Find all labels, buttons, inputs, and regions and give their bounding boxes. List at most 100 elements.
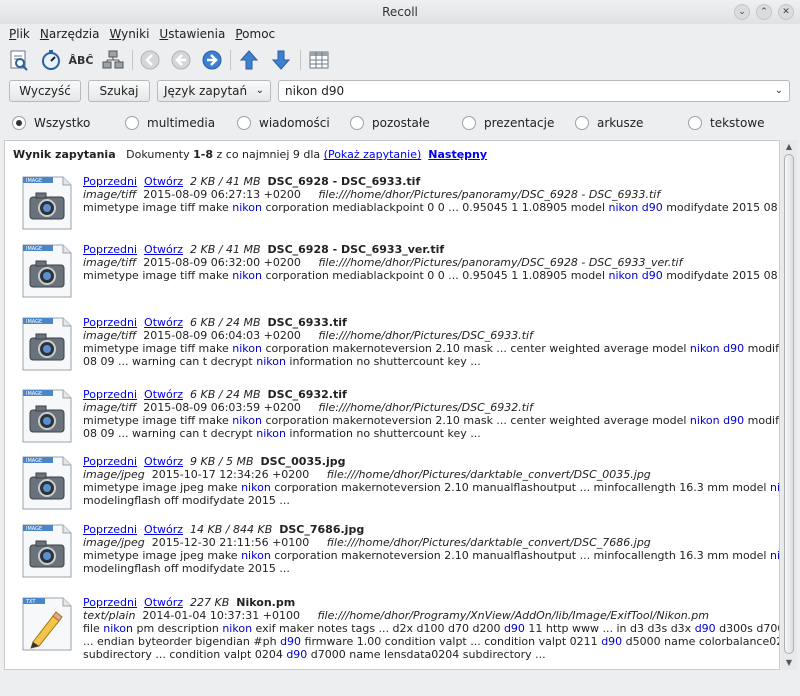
image-file-icon[interactable]: IMAGE — [17, 455, 73, 511]
sort-up-icon[interactable] — [236, 47, 262, 73]
previous-page-icon[interactable] — [168, 47, 194, 73]
radio-indicator[interactable] — [688, 116, 702, 130]
preview-link[interactable]: Poprzedni — [83, 175, 137, 188]
next-page-icon[interactable] — [199, 47, 225, 73]
preview-link[interactable]: Poprzedni — [83, 388, 137, 401]
radio-indicator[interactable] — [237, 116, 251, 130]
filter-radio-2[interactable]: wiadomości — [237, 114, 330, 132]
image-file-icon[interactable]: IMAGE — [17, 243, 73, 299]
result-abstract-line: mimetype image tiff make nikon corporati… — [83, 201, 779, 214]
preview-link[interactable]: Poprzedni — [83, 243, 137, 256]
preview-link[interactable]: Poprzedni — [83, 523, 137, 536]
filter-label: tekstowe — [710, 116, 765, 130]
menu-item[interactable]: Ustawienia — [154, 24, 230, 44]
image-file-icon[interactable]: IMAGE — [17, 523, 73, 579]
next-page-link[interactable]: Następny — [428, 148, 487, 161]
result-header-line: Poprzedni Otwórz 6 KB / 24 MB DSC_6933.t… — [83, 316, 773, 329]
text-file-icon[interactable]: TXT — [17, 596, 73, 652]
preview-link[interactable]: Poprzedni — [83, 316, 137, 329]
radio-indicator[interactable] — [12, 116, 26, 130]
filter-label: multimedia — [147, 116, 216, 130]
result-meta-line: image/tiff 2015-08-09 06:27:13 +0200 fil… — [83, 188, 773, 201]
maximize-button[interactable]: ⌃ — [756, 4, 772, 20]
menu-item[interactable]: Narzędzia — [35, 24, 105, 44]
result-size: 6 KB / 24 MB — [190, 388, 261, 401]
open-link[interactable]: Otwórz — [144, 388, 183, 401]
menu-item[interactable]: Wyniki — [104, 24, 154, 44]
filter-radio-1[interactable]: multimedia — [125, 114, 215, 132]
scroll-up-icon[interactable]: ▲ — [784, 142, 794, 152]
open-link[interactable]: Otwórz — [144, 523, 183, 536]
radio-indicator[interactable] — [575, 116, 589, 130]
result-filename: Nikon.pm — [236, 596, 296, 609]
image-file-icon[interactable]: IMAGE — [17, 175, 73, 231]
results-header: Wynik zapytania Dokumenty 1-8 z co najmn… — [13, 148, 487, 161]
sort-down-icon[interactable] — [268, 47, 294, 73]
open-link[interactable]: Otwórz — [144, 243, 183, 256]
result-header-line: Poprzedni Otwórz 2 KB / 41 MB DSC_6928 -… — [83, 243, 773, 256]
menu-item-label: stawienia — [168, 27, 226, 41]
toolbar: ÂBĈ — [0, 45, 800, 75]
abstract-text: corporation mediablackpoint 0 0 ... 0.95… — [261, 201, 609, 214]
accent-text-icon[interactable]: ÂBĈ — [68, 47, 94, 73]
first-page-icon[interactable] — [137, 47, 163, 73]
open-link[interactable]: Otwórz — [144, 175, 183, 188]
result-size: 2 KB / 41 MB — [190, 243, 261, 256]
abstract-text: corporation mediablackpoint 0 0 ... 0.95… — [261, 269, 609, 282]
clear-button[interactable]: Wyczyść — [9, 80, 81, 102]
table-view-icon[interactable] — [306, 47, 332, 73]
scrollbar-thumb[interactable] — [784, 154, 794, 654]
result-date: 2015-08-09 06:32:00 +0200 — [143, 256, 301, 269]
abstract-highlight: nikon — [769, 481, 780, 494]
filter-radio-5[interactable]: arkusze — [575, 114, 643, 132]
open-link[interactable]: Otwórz — [144, 596, 183, 609]
show-query-link[interactable]: (Pokaż zapytanie) — [324, 148, 422, 161]
preview-link[interactable]: Poprzedni — [83, 596, 137, 609]
search-button[interactable]: Szukaj — [88, 80, 150, 102]
query-spell-icon[interactable] — [6, 47, 32, 73]
close-button[interactable]: ✕ — [778, 4, 794, 20]
abstract-highlight: d90 — [280, 635, 302, 648]
results-scrollbar[interactable]: ▲ ▼ — [781, 140, 797, 670]
result-path: file:///home/dhor/Pictures/panoramy/DSC_… — [318, 188, 661, 201]
filter-radio-3[interactable]: pozostałe — [350, 114, 430, 132]
chevron-down-icon[interactable]: ⌄ — [775, 81, 783, 101]
abstract-highlight: nikon — [689, 414, 720, 427]
result-mime: image/tiff — [83, 188, 137, 201]
open-link[interactable]: Otwórz — [144, 316, 183, 329]
filter-radio-4[interactable]: prezentacje — [462, 114, 554, 132]
filter-radio-0[interactable]: Wszystko — [12, 114, 90, 132]
query-language-select[interactable]: Język zapytań ⌄ — [157, 80, 271, 102]
radio-indicator[interactable] — [462, 116, 476, 130]
result-path: file:///home/dhor/Pictures/DSC_6932.tif — [318, 401, 533, 414]
menu-item[interactable]: Plik — [4, 24, 35, 44]
chevron-down-icon: ⌄ — [255, 85, 264, 96]
svg-text:IMAGE: IMAGE — [26, 319, 42, 325]
result-abstract-line: mimetype image jpeg make nikon corporati… — [83, 549, 779, 562]
abstract-text: modifydate 2015 08 09 ... — [666, 201, 779, 214]
filter-label: Wszystko — [34, 116, 91, 130]
svg-text:IMAGE: IMAGE — [26, 391, 42, 397]
result-header-line: Poprzedni Otwórz 227 KB Nikon.pm — [83, 596, 773, 609]
preview-link[interactable]: Poprzedni — [83, 455, 137, 468]
result-header-line: Poprzedni Otwórz 6 KB / 24 MB DSC_6932.t… — [83, 388, 773, 401]
minimize-button[interactable]: ⌄ — [734, 4, 750, 20]
image-file-icon[interactable]: IMAGE — [17, 388, 73, 444]
abstract-text: modifydate 2015 — [747, 342, 779, 355]
result-filename: DSC_0035.jpg — [260, 455, 346, 468]
radio-indicator[interactable] — [125, 116, 139, 130]
timer-icon[interactable] — [38, 47, 64, 73]
scroll-down-icon[interactable]: ▼ — [784, 658, 794, 668]
result-filename: DSC_6932.tif — [267, 388, 347, 401]
search-input[interactable]: nikon d90 ⌄ — [278, 80, 790, 102]
radio-indicator[interactable] — [350, 116, 364, 130]
result-abstract-line: 08 09 ... warning can t decrypt nikon in… — [83, 427, 773, 440]
network-icon[interactable] — [100, 47, 126, 73]
filter-radio-6[interactable]: tekstowe — [688, 114, 765, 132]
image-file-icon[interactable]: IMAGE — [17, 316, 73, 372]
abstract-highlight: d90 — [601, 635, 623, 648]
menu-item[interactable]: Pomoc — [230, 24, 280, 44]
open-link[interactable]: Otwórz — [144, 455, 183, 468]
result-abstract-line: mimetype image tiff make nikon corporati… — [83, 414, 779, 427]
abstract-highlight: nikon — [222, 622, 253, 635]
